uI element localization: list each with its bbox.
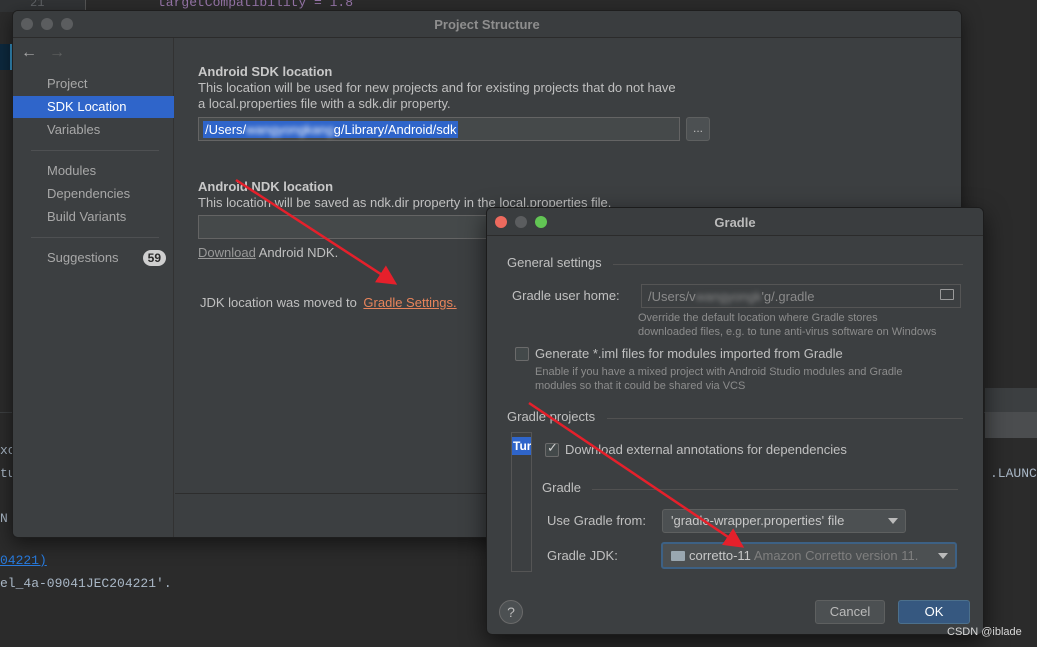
tool-window-stripe <box>0 44 12 70</box>
sidebar-item-modules[interactable]: Modules <box>13 160 174 182</box>
folder-icon <box>671 551 685 561</box>
download-annotations-checkbox[interactable]: ✓ <box>545 440 559 457</box>
chevron-down-icon <box>888 518 898 524</box>
ok-button[interactable]: OK <box>898 600 970 624</box>
console-line: .LAUNCH <box>990 466 1037 481</box>
use-gradle-from-dropdown[interactable]: 'gradle-wrapper.properties' file <box>662 509 906 533</box>
ndk-heading: Android NDK location <box>198 179 334 194</box>
sidebar: ← → Project SDK Location Variables Module… <box>13 38 174 537</box>
gradle-settings-link[interactable]: Gradle Settings. <box>363 295 456 310</box>
folder-icon[interactable] <box>940 289 954 300</box>
jdk-moved-text: JDK location was moved to <box>200 295 357 310</box>
sidebar-item-label: Suggestions <box>47 250 119 265</box>
sidebar-item-dependencies[interactable]: Dependencies <box>13 183 174 205</box>
sidebar-item-sdk-location[interactable]: SDK Location <box>13 96 174 118</box>
chevron-down-icon <box>938 553 948 559</box>
gradle-dialog: Gradle General settings Gradle user home… <box>486 207 984 635</box>
gradle-projects-heading: Gradle projects <box>507 409 596 424</box>
ndk-path-field[interactable] <box>198 215 498 239</box>
download-ndk-row: Download Android NDK. <box>198 245 338 261</box>
console-tab[interactable] <box>985 412 1037 438</box>
console-line: N <box>0 511 8 526</box>
generate-iml-label: Generate *.iml files for modules importe… <box>535 346 843 361</box>
sdk-path-prefix: /Users/ <box>205 122 247 137</box>
console-toolbar <box>985 388 1037 412</box>
sidebar-item-variables[interactable]: Variables <box>13 119 174 141</box>
sidebar-item-build-variants[interactable]: Build Variants <box>13 206 174 228</box>
sdk-heading: Android SDK location <box>198 64 333 79</box>
user-home-hint: downloaded files, e.g. to tune anti-viru… <box>638 326 937 338</box>
back-arrow-icon[interactable]: ← <box>21 44 37 61</box>
nav-arrows: ← → <box>21 44 77 62</box>
group-divider <box>607 418 963 419</box>
forward-arrow-icon[interactable]: → <box>49 44 65 61</box>
gradle-jdk-value: corretto-11 <box>689 548 751 563</box>
sdk-path-value: /Users/wangyongkangg/Library/Android/sdk <box>203 121 459 138</box>
window-title: Project Structure <box>434 17 540 32</box>
generate-iml-checkbox[interactable] <box>515 347 529 361</box>
console-link[interactable]: 04221) <box>0 553 47 568</box>
user-home-hint: Override the default location where Grad… <box>638 312 878 324</box>
sdk-path-field[interactable]: /Users/wangyongkangg/Library/Android/sdk <box>198 117 680 141</box>
download-annotations-label: Download external annotations for depend… <box>565 442 847 457</box>
gradle-user-home-label: Gradle user home: <box>512 288 620 303</box>
user-home-blurred: wangyongk <box>695 289 762 304</box>
user-home-prefix: /Users/v <box>648 289 696 304</box>
title-bar: Project Structure <box>13 11 961 38</box>
gradle-jdk-description: Amazon Corretto version 11. <box>753 548 919 563</box>
sdk-description: a local.properties file with a sdk.dir p… <box>198 96 451 111</box>
sidebar-item-suggestions[interactable]: Suggestions 59 <box>13 247 174 269</box>
code-line: targetCompatibility = 1.8 <box>158 0 354 10</box>
sdk-description: This location will be used for new proje… <box>198 80 676 95</box>
generate-iml-hint: Enable if you have a mixed project with … <box>535 366 903 378</box>
general-settings-heading: General settings <box>507 255 602 270</box>
gradle-user-home-field[interactable]: /Users/vwangyongk'g/.gradle <box>641 284 961 308</box>
sdk-path-suffix: g/Library/Android/sdk <box>333 122 457 137</box>
sidebar-divider <box>31 150 159 151</box>
help-button[interactable]: ? <box>499 600 523 624</box>
gradle-jdk-label: Gradle JDK: <box>547 548 618 563</box>
use-gradle-from-value: 'gradle-wrapper.properties' file <box>671 513 845 528</box>
suggestions-count-badge: 59 <box>142 250 166 266</box>
sidebar-divider <box>31 237 159 238</box>
group-divider <box>592 489 958 490</box>
group-divider <box>613 264 963 265</box>
title-bar: Gradle <box>487 208 983 236</box>
sdk-path-blurred: wangyongkang <box>246 122 334 137</box>
gradle-group-heading: Gradle <box>542 480 582 495</box>
browse-sdk-button[interactable]: ... <box>686 117 710 141</box>
download-ndk-link[interactable]: Download <box>198 245 256 260</box>
check-icon: ✓ <box>547 440 558 455</box>
sidebar-item-project[interactable]: Project <box>13 73 174 95</box>
user-home-suffix: 'g/.gradle <box>761 289 815 304</box>
dialog-title: Gradle <box>714 215 756 230</box>
project-tab[interactable]: Tur <box>512 437 531 455</box>
gradle-jdk-dropdown[interactable]: corretto-11 Amazon Corretto version 11. <box>661 542 957 569</box>
console-line: el_4a-09041JEC204221'. <box>0 576 172 591</box>
projects-list: Tur <box>511 432 532 572</box>
jdk-moved-row: JDK location was moved to Gradle Setting… <box>200 295 457 311</box>
watermark: CSDN @iblade <box>947 626 1022 638</box>
use-gradle-from-label: Use Gradle from: <box>547 513 646 528</box>
cancel-button[interactable]: Cancel <box>815 600 885 624</box>
generate-iml-hint: modules so that it could be shared via V… <box>535 380 746 392</box>
download-ndk-suffix: Android NDK. <box>258 245 339 260</box>
line-number: 21 <box>30 0 45 10</box>
